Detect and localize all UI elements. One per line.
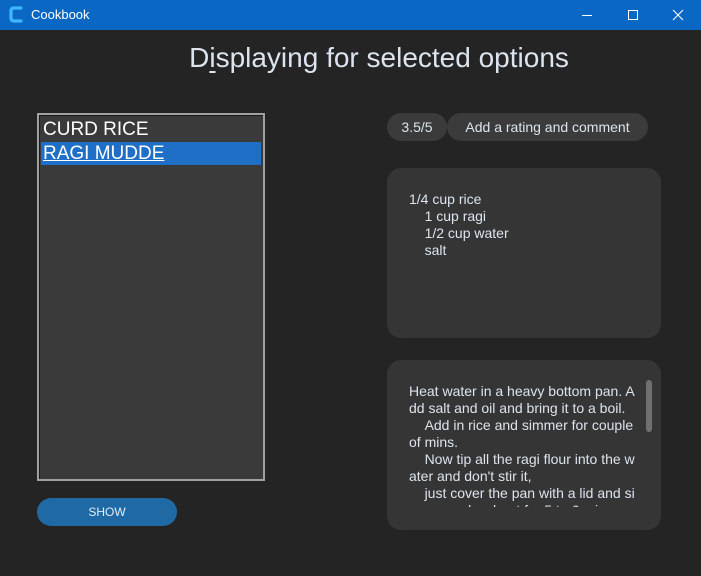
close-button[interactable]	[655, 0, 701, 30]
window-title: Cookbook	[31, 7, 90, 22]
rating-badge: 3.5/5	[387, 113, 447, 141]
steps-text: Heat water in a heavy bottom pan. Add sa…	[409, 383, 635, 507]
list-item-curd-rice[interactable]: CURD RICE	[41, 118, 261, 141]
app-logo-icon	[9, 6, 23, 23]
page-title: Displaying for selected options	[0, 42, 701, 74]
maximize-button[interactable]	[610, 0, 656, 30]
maximize-icon	[628, 10, 638, 20]
list-item-ragi-mudde[interactable]: RAGI MUDDE	[41, 142, 261, 165]
ingredients-textbox[interactable]: 1/4 cup rice 1 cup ragi 1/2 cup water sa…	[387, 168, 661, 338]
page-title-prefix: D	[189, 42, 210, 73]
close-icon	[672, 9, 684, 21]
minimize-icon	[582, 15, 592, 16]
window-titlebar: Cookbook	[0, 0, 701, 30]
steps-scrollbar[interactable]	[646, 380, 652, 432]
minimize-button[interactable]	[564, 0, 610, 30]
steps-textbox[interactable]: Heat water in a heavy bottom pan. Add sa…	[387, 360, 661, 530]
recipe-listbox[interactable]: CURD RICE RAGI MUDDE	[37, 113, 265, 481]
ingredients-text: 1/4 cup rice 1 cup ragi 1/2 cup water sa…	[409, 191, 509, 258]
show-button[interactable]: SHOW	[37, 498, 177, 526]
add-rating-comment-button[interactable]: Add a rating and comment	[447, 113, 648, 141]
page-title-rest: splaying for selected options	[215, 42, 569, 73]
